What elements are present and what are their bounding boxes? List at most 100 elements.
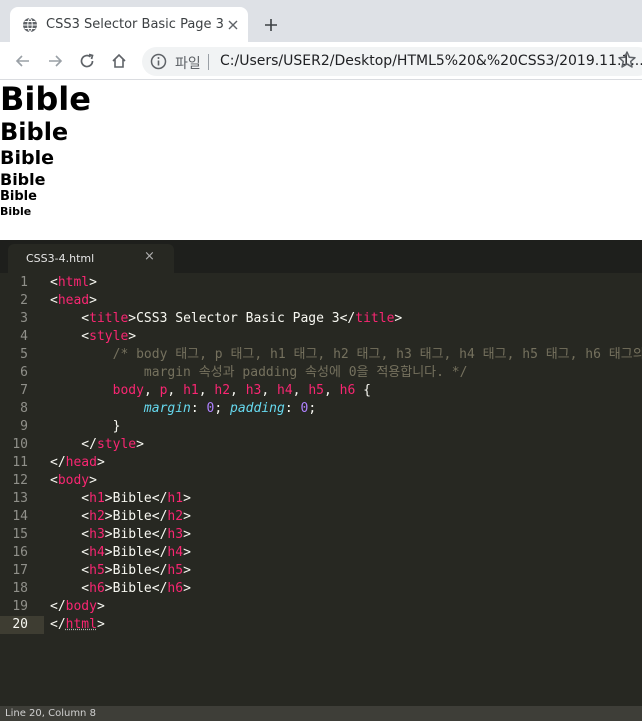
line-number: 9 bbox=[0, 418, 44, 436]
code-area[interactable]: 1 <html> 2 <head> 3 <title>CSS3 Selector Bas… bbox=[0, 274, 642, 704]
tab-close-button[interactable] bbox=[224, 16, 242, 34]
code-token: > bbox=[97, 617, 105, 632]
code-token: h1 bbox=[183, 383, 199, 398]
code-line[interactable]: 13 <h1>Bible</h1> bbox=[0, 490, 642, 508]
browser-tab[interactable]: CSS3 Selector Basic Page 3 bbox=[10, 7, 248, 42]
code-line[interactable]: 15 <h3>Bible</h3> bbox=[0, 526, 642, 544]
code-token: < bbox=[50, 545, 89, 560]
code-line[interactable]: 16 <h4>Bible</h4> bbox=[0, 544, 642, 562]
info-icon[interactable] bbox=[150, 53, 167, 70]
code-token: , bbox=[230, 383, 246, 398]
line-number: 19 bbox=[0, 598, 44, 616]
code-token: >Bible</ bbox=[105, 527, 168, 542]
plus-icon bbox=[264, 18, 278, 32]
back-button[interactable] bbox=[10, 48, 36, 74]
editor-tab-close-icon[interactable]: × bbox=[144, 249, 155, 264]
code-line[interactable]: 10 </style> bbox=[0, 436, 642, 454]
code-token: title bbox=[355, 311, 394, 326]
bookmark-star-icon[interactable] bbox=[617, 50, 637, 70]
code-token: h6 bbox=[340, 383, 356, 398]
code-token: </ bbox=[50, 599, 66, 614]
code-token: > bbox=[183, 527, 191, 542]
code-token: </ bbox=[50, 617, 66, 632]
code-token: body bbox=[113, 383, 144, 398]
code-token: , bbox=[261, 383, 277, 398]
code-token: style bbox=[89, 329, 128, 344]
code-token: title bbox=[89, 311, 128, 326]
reload-button[interactable] bbox=[74, 48, 100, 74]
code-line[interactable]: 7 body, p, h1, h2, h3, h4, h5, h6 { bbox=[0, 382, 642, 400]
code-line[interactable]: 4 <style> bbox=[0, 328, 642, 346]
code-token: < bbox=[50, 527, 89, 542]
code-line[interactable]: 14 <h2>Bible</h2> bbox=[0, 508, 642, 526]
browser-toolbar: 파일 C:/Users/USER2/Desktop/HTML5%20&%20CS… bbox=[0, 42, 642, 80]
heading-h2: Bible bbox=[0, 118, 642, 147]
line-number: 16 bbox=[0, 544, 44, 562]
code-line[interactable]: 8 margin: 0; padding: 0; bbox=[0, 400, 642, 418]
code-text: /* body 태그, p 태그, h1 태그, h2 태그, h3 태그, h… bbox=[50, 346, 642, 364]
editor-tab[interactable]: CSS3-4.html × bbox=[8, 244, 174, 273]
page-viewport: Bible Bible Bible Bible Bible Bible bbox=[0, 80, 642, 240]
code-token: head bbox=[58, 293, 89, 308]
home-button[interactable] bbox=[106, 48, 132, 74]
line-number: 6 bbox=[0, 364, 44, 382]
code-token bbox=[50, 401, 144, 416]
code-token: , bbox=[293, 383, 309, 398]
address-bar[interactable]: 파일 C:/Users/USER2/Desktop/HTML5%20&%20CS… bbox=[142, 47, 642, 76]
code-token: h4 bbox=[89, 545, 105, 560]
code-line[interactable]: 18 <h6>Bible</h6> bbox=[0, 580, 642, 598]
code-token: ; bbox=[308, 401, 316, 416]
code-line[interactable]: 11 </head> bbox=[0, 454, 642, 472]
code-text: </html> bbox=[50, 616, 105, 634]
code-token: h4 bbox=[167, 545, 183, 560]
code-token: h1 bbox=[167, 491, 183, 506]
code-token: > bbox=[97, 455, 105, 470]
code-token: </ bbox=[50, 455, 66, 470]
browser-tabstrip: CSS3 Selector Basic Page 3 bbox=[0, 0, 642, 42]
code-line[interactable]: 2 <head> bbox=[0, 292, 642, 310]
code-token: >Bible</ bbox=[105, 563, 168, 578]
code-token: >Bible</ bbox=[105, 509, 168, 524]
heading-h4: Bible bbox=[0, 170, 642, 189]
line-number: 1 bbox=[0, 274, 44, 292]
code-token: > bbox=[128, 329, 136, 344]
line-number: 3 bbox=[0, 310, 44, 328]
code-line[interactable]: 6 margin 속성과 padding 속성에 0을 적용합니다. */ bbox=[0, 364, 642, 382]
code-token: , bbox=[324, 383, 340, 398]
code-token: < bbox=[50, 275, 58, 290]
code-token bbox=[50, 383, 113, 398]
code-token: h5 bbox=[308, 383, 324, 398]
forward-button[interactable] bbox=[42, 48, 68, 74]
code-line[interactable]: 5 /* body 태그, p 태그, h1 태그, h2 태그, h3 태그,… bbox=[0, 346, 642, 364]
code-token: head bbox=[66, 455, 97, 470]
code-text: <body> bbox=[50, 472, 97, 490]
code-line[interactable]: 17 <h5>Bible</h5> bbox=[0, 562, 642, 580]
code-token: h2 bbox=[89, 509, 105, 524]
code-token: ; bbox=[214, 401, 230, 416]
code-token: , bbox=[167, 383, 183, 398]
code-token: body bbox=[66, 599, 97, 614]
code-token: , bbox=[199, 383, 215, 398]
code-line[interactable]: 3 <title>CSS3 Selector Basic Page 3</tit… bbox=[0, 310, 642, 328]
code-token: h5 bbox=[167, 563, 183, 578]
code-token: >Bible</ bbox=[105, 581, 168, 596]
code-line[interactable]: 19 </body> bbox=[0, 598, 642, 616]
line-number: 5 bbox=[0, 346, 44, 364]
code-text: <title>CSS3 Selector Basic Page 3</title… bbox=[50, 310, 402, 328]
arrow-left-icon bbox=[15, 53, 31, 69]
code-text: <h4>Bible</h4> bbox=[50, 544, 191, 562]
code-line[interactable]: 9 } bbox=[0, 418, 642, 436]
new-tab-button[interactable] bbox=[260, 14, 282, 36]
code-line[interactable]: 20 </html> bbox=[0, 616, 642, 634]
code-text: <h1>Bible</h1> bbox=[50, 490, 191, 508]
code-text: <h5>Bible</h5> bbox=[50, 562, 191, 580]
url-text[interactable]: C:/Users/USER2/Desktop/HTML5%20&%20CSS3/… bbox=[220, 53, 642, 69]
code-line[interactable]: 12 <body> bbox=[0, 472, 642, 490]
status-bar: Line 20, Column 8 bbox=[0, 706, 642, 721]
line-number: 14 bbox=[0, 508, 44, 526]
code-token: h3 bbox=[167, 527, 183, 542]
heading-h3: Bible bbox=[0, 147, 642, 170]
code-token: style bbox=[97, 437, 136, 452]
code-token: > bbox=[183, 563, 191, 578]
code-line[interactable]: 1 <html> bbox=[0, 274, 642, 292]
